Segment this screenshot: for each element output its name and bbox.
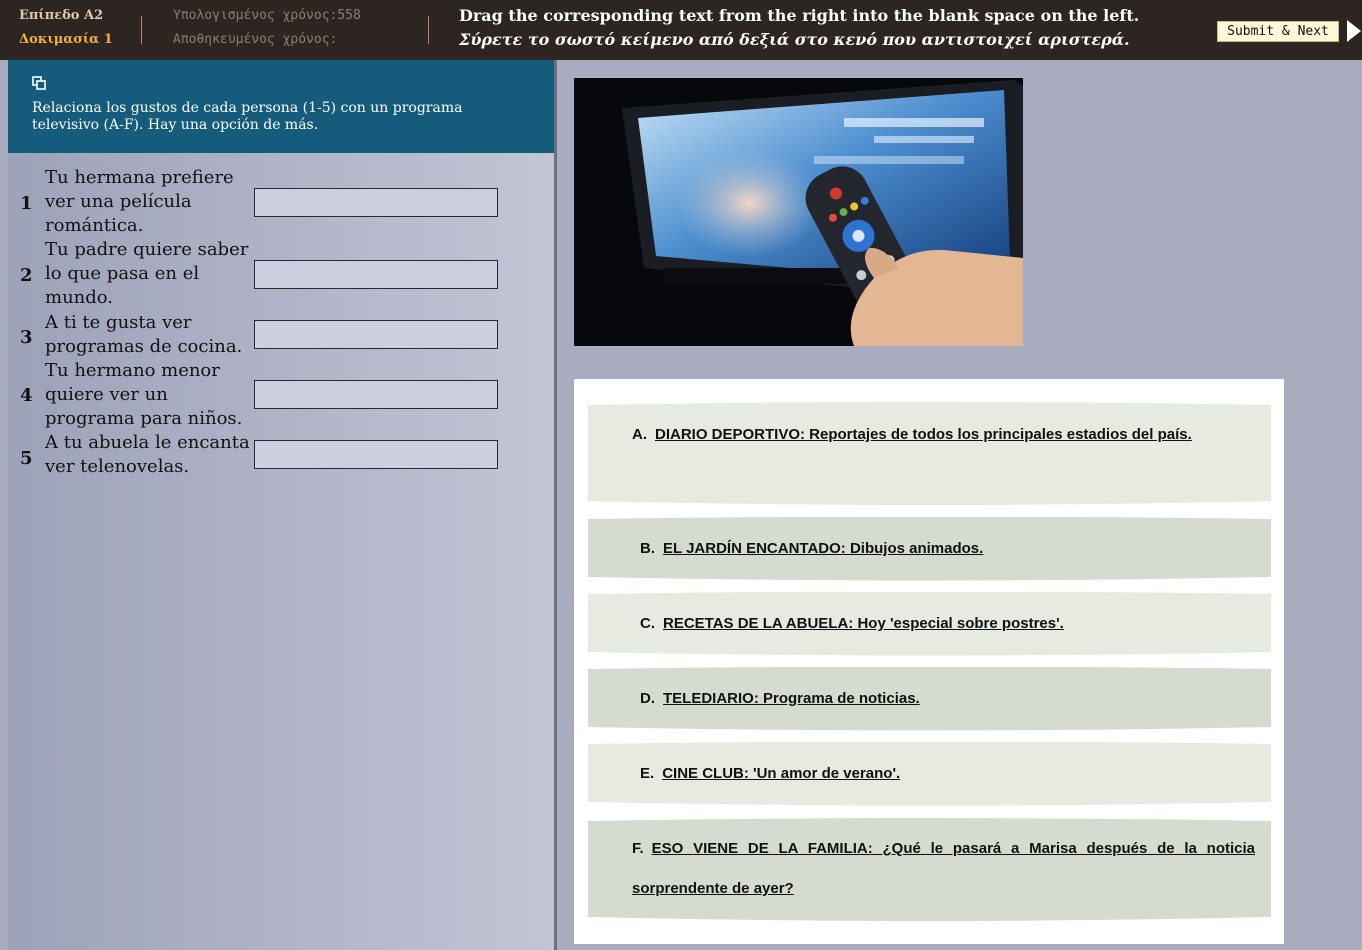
question-number: 1	[20, 193, 33, 214]
instruction-english: Drag the corresponding text from the rig…	[459, 6, 1140, 25]
divider	[141, 16, 142, 44]
question-text: Tu padre quiere saber lo que pasa en el …	[45, 239, 249, 308]
top-bar: Επίπεδο Α2 Δοκιμασία 1 Υπολογισμένος χρό…	[0, 0, 1362, 60]
option-e[interactable]: E. CINE CLUB: 'Un amor de verano'.	[588, 742, 1271, 806]
questions-panel: Relaciona los gustos de cada persona (1-…	[8, 60, 557, 950]
question-text: Tu hermana prefiere ver una película rom…	[45, 167, 234, 236]
exercise-prompt: Relaciona los gustos de cada persona (1-…	[32, 100, 463, 133]
panel-divider	[554, 60, 557, 950]
level-label: Επίπεδο Α2	[19, 8, 104, 23]
saved-time: Αποθηκευμένος χρόνος:	[173, 32, 338, 47]
divider	[428, 16, 429, 44]
answer-drop-zone-1[interactable]	[254, 188, 498, 217]
question-number: 3	[20, 327, 33, 348]
answer-drop-zone-2[interactable]	[254, 260, 498, 289]
question-text: A tu abuela le encanta ver telenovelas.	[45, 432, 250, 477]
option-a[interactable]: A. DIARIO DEPORTIVO: Reportajes de todos …	[588, 401, 1271, 505]
options-card: A. DIARIO DEPORTIVO: Reportajes de todos …	[574, 379, 1284, 944]
question-text: A ti te gusta ver programas de cocina.	[45, 312, 243, 357]
answer-drop-zone-4[interactable]	[254, 380, 498, 409]
prompt-header: Relaciona los gustos de cada persona (1-…	[8, 60, 554, 153]
task-label: Δοκιμασία 1	[19, 32, 113, 47]
option-d[interactable]: D. TELEDIARIO: Programa de noticias.	[588, 667, 1271, 731]
tv-remote-photo	[574, 78, 1023, 346]
option-text: EL JARDÍN ENCANTADO: Dibujos animados.	[663, 540, 984, 557]
option-c[interactable]: C. RECETAS DE LA ABUELA: Hoy 'especial so…	[588, 592, 1271, 656]
option-text: TELEDIARIO: Programa de noticias.	[663, 690, 920, 707]
option-letter: A.	[632, 426, 647, 443]
answer-drop-zone-5[interactable]	[254, 440, 498, 469]
instruction-greek: Σύρετε το σωστό κείμενο από δεξιά στο κε…	[459, 30, 1130, 49]
option-letter: F.	[632, 840, 644, 857]
submit-next-button[interactable]: Submit & Next	[1217, 21, 1339, 42]
option-text: DIARIO DEPORTIVO: Reportajes de todos lo…	[655, 426, 1192, 443]
answer-drop-zone-3[interactable]	[254, 320, 498, 349]
option-f[interactable]: F. ESO VIENE DE LA FAMILIA: ¿Qué le pasar…	[588, 817, 1271, 921]
option-letter: C.	[640, 615, 655, 632]
option-text: ESO VIENE DE LA FAMILIA: ¿Qué le pasará …	[632, 840, 1255, 897]
option-letter: E.	[640, 765, 655, 782]
option-text: CINE CLUB: 'Un amor de verano'.	[662, 765, 901, 782]
option-b[interactable]: B. EL JARDÍN ENCANTADO: Dibujos animados.	[588, 517, 1271, 581]
question-text: Tu hermano menor quiere ver un programa …	[45, 360, 243, 429]
question-number: 5	[20, 448, 33, 469]
tv-remote-illustration	[574, 78, 1023, 346]
copy-icon[interactable]	[32, 76, 46, 90]
option-letter: D.	[640, 690, 655, 707]
next-arrow-icon[interactable]	[1347, 20, 1361, 42]
question-number: 2	[20, 265, 33, 286]
calculated-time: Υπολογισμένος χρόνος:558	[173, 8, 361, 23]
option-letter: B.	[640, 540, 655, 557]
option-text: RECETAS DE LA ABUELA: Hoy 'especial sobr…	[663, 615, 1064, 632]
question-number: 4	[20, 385, 33, 406]
